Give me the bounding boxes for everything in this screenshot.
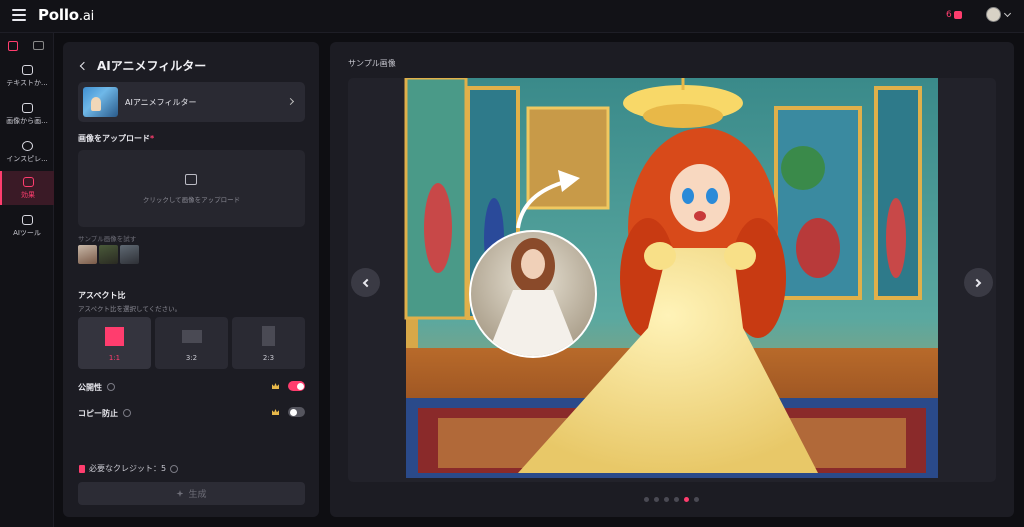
copy-protection-toggle[interactable]	[288, 407, 305, 417]
nav-item-ai-tools[interactable]: AIツール	[0, 209, 54, 243]
portrait-shape-icon	[262, 326, 275, 346]
nav-item-label: 画像から画...	[6, 116, 48, 125]
info-icon[interactable]	[107, 383, 115, 391]
crown-icon	[272, 409, 279, 415]
chevron-down-icon	[1003, 9, 1012, 17]
page-title: AIアニメフィルター	[97, 59, 207, 73]
panel-header: AIアニメフィルター	[79, 57, 207, 74]
filter-thumbnail	[83, 87, 118, 117]
required-mark: *	[150, 134, 155, 143]
aspect-option-3-2[interactable]: 3:2	[155, 317, 228, 369]
toolbox-icon	[21, 214, 33, 225]
credits-count: 6	[946, 10, 952, 20]
nav-item-image-to-image[interactable]: 画像から画...	[0, 97, 54, 131]
nav-item-text-to-image[interactable]: テキストか...	[0, 59, 54, 93]
credit-coin-icon	[953, 11, 962, 19]
generate-button[interactable]: 生成	[78, 482, 305, 505]
aspect-option-1-1[interactable]: 1:1	[78, 317, 151, 369]
carousel-dot[interactable]	[664, 497, 669, 502]
compass-icon	[21, 140, 33, 151]
text-image-icon	[21, 64, 33, 75]
generate-label: 生成	[188, 490, 207, 500]
toggle-knob	[296, 382, 304, 390]
sample-image-1[interactable]	[78, 245, 97, 264]
sample-image-viewer	[348, 78, 996, 482]
sample-image	[404, 78, 938, 478]
sample-image-2[interactable]	[99, 245, 118, 264]
aspect-option-label: 2:3	[262, 354, 275, 362]
nav-item-label: 効果	[21, 190, 35, 199]
sparkle-icon	[176, 490, 184, 497]
carousel-next-button[interactable]	[964, 268, 993, 297]
nav-item-effects[interactable]: 効果	[0, 171, 54, 205]
square-shape-icon	[105, 327, 124, 346]
chevron-left-icon	[362, 278, 372, 287]
filter-name: AIアニメフィルター	[125, 97, 197, 107]
preview-panel: サンプル画像	[330, 42, 1014, 517]
landscape-shape-icon	[182, 330, 202, 343]
upload-label: 画像をアップロード*	[78, 133, 154, 144]
hamburger-menu-icon[interactable]	[12, 9, 26, 21]
credits-needed-text: 必要なクレジット：5	[89, 464, 167, 473]
crown-icon	[272, 383, 279, 389]
carousel-dots	[644, 497, 699, 502]
upload-image-icon	[185, 174, 197, 185]
account-menu[interactable]	[986, 7, 1012, 22]
credit-coin-icon	[79, 464, 85, 473]
toggle-row-copy-protection: コピー防止	[78, 406, 305, 420]
brand-name: Pollo	[38, 6, 79, 24]
sample-images	[78, 245, 139, 264]
nav-mode-switch	[0, 39, 54, 55]
aspect-option-label: 3:2	[185, 354, 198, 362]
video-mode-icon[interactable]	[33, 41, 44, 50]
samples-label: サンプル画像を試す	[78, 235, 137, 243]
brand-suffix: .ai	[78, 9, 95, 24]
nav-item-label: テキストか...	[6, 78, 48, 87]
left-nav: テキストか... 画像から画... インスピレ... 効果 AIツール	[0, 33, 54, 527]
brand-logo[interactable]: Pollo.ai	[38, 6, 94, 24]
public-toggle[interactable]	[288, 381, 305, 391]
image-mode-icon[interactable]	[8, 41, 18, 51]
back-chevron-icon[interactable]	[79, 61, 89, 70]
nav-item-inspiration[interactable]: インスピレ...	[0, 135, 54, 169]
aspect-ratio-title: アスペクト比	[78, 291, 126, 300]
carousel-prev-button[interactable]	[351, 268, 380, 297]
carousel-dot[interactable]	[674, 497, 679, 502]
info-icon[interactable]	[170, 464, 179, 473]
carousel-dot[interactable]	[654, 497, 659, 502]
credits-needed: 必要なクレジット：5	[79, 463, 179, 474]
filter-select[interactable]: AIアニメフィルター	[78, 82, 305, 122]
aspect-option-2-3[interactable]: 2:3	[232, 317, 305, 369]
image-upload-dropzone[interactable]: クリックして画像をアップロード	[78, 150, 305, 227]
preview-title: サンプル画像	[348, 59, 396, 68]
avatar[interactable]	[986, 7, 1001, 22]
aspect-ratio-subtitle: アスペクト比を選択してください。	[78, 305, 182, 313]
toggle-knob	[289, 408, 297, 416]
aspect-option-label: 1:1	[108, 354, 121, 362]
chevron-right-icon	[972, 278, 982, 287]
toggle-label: コピー防止	[78, 408, 118, 418]
toggle-row-public: 公開性	[78, 380, 305, 394]
image-to-image-icon	[21, 102, 33, 113]
top-bar: Pollo.ai 6	[0, 0, 1024, 33]
nav-item-label: インスピレ...	[6, 154, 48, 163]
carousel-dot[interactable]	[694, 497, 699, 502]
chevron-right-icon	[286, 97, 295, 106]
sample-image-3[interactable]	[120, 245, 139, 264]
effects-icon	[22, 176, 34, 187]
settings-panel: AIアニメフィルター AIアニメフィルター 画像をアップロード* クリックして画…	[63, 42, 319, 517]
credits-indicator[interactable]: 6	[946, 10, 962, 20]
upload-label-text: 画像をアップロード	[78, 134, 150, 143]
nav-item-label: AIツール	[13, 228, 41, 237]
carousel-dot-active[interactable]	[684, 497, 689, 502]
upload-hint: クリックして画像をアップロード	[142, 196, 241, 204]
info-icon[interactable]	[123, 409, 131, 417]
toggle-label: 公開性	[78, 382, 102, 392]
carousel-dot[interactable]	[644, 497, 649, 502]
